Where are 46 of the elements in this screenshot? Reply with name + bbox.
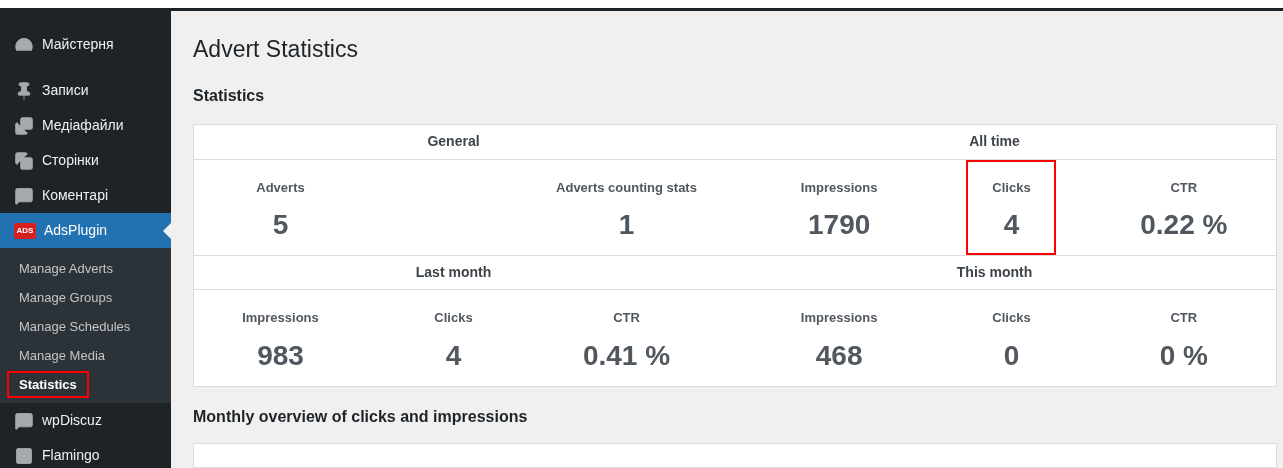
sidebar-item[interactable]: Сторінки [0,143,171,178]
submenu-item[interactable]: Statistics [7,371,89,398]
stat-value: 1 [618,211,635,240]
stat-label: Clicks [992,309,1031,328]
stat-label: CTR [1170,309,1198,328]
submenu-item[interactable]: Manage Adverts [7,255,125,282]
stat-value: 983 [257,341,304,370]
stat-label: Impressions [242,309,319,328]
stat-label: CTR [613,309,640,328]
stat-value: 1790 [808,211,871,240]
stat-label: Adverts counting stats [556,178,697,197]
stat-value: 0.41 % [582,341,671,370]
sidebar-item[interactable]: Flamingo [0,438,171,468]
stat-label: Adverts [256,178,305,197]
sidebar-item[interactable]: Коментарі [0,178,171,213]
sidebar-item[interactable]: Записи [0,73,171,108]
sidebar-item[interactable]: Медіафайли [0,108,171,143]
submenu-item[interactable]: Manage Schedules [7,313,143,340]
stat-value: 0 % [1159,341,1208,370]
group-heading: General [427,132,480,152]
pages-icon [14,150,34,171]
group-heading: All time [969,132,1020,152]
stat-label: CTR [1170,178,1198,197]
stat-label: Clicks [992,178,1031,197]
submenu-item[interactable]: Manage Media [7,342,117,369]
page-title: Advert Statistics [193,35,359,64]
sidebar-item[interactable]: wpDiscuz [0,403,171,438]
submenu-item[interactable]: Manage Groups [7,284,125,311]
stat-value: 468 [815,341,863,370]
stat-value: 0 [1003,341,1020,370]
stat-label: Impressions [800,309,878,328]
group-heading: Last month [415,263,492,283]
section-title: Statistics [193,85,266,106]
speech-bubble-icon [14,185,34,206]
stat-label: Impressions [800,178,878,197]
sidebar-item[interactable]: ADS AdsPlugin [0,213,171,248]
group-heading: This month [956,263,1033,283]
speech-bubble-icon [14,410,34,431]
sidebar-item[interactable]: Майстерня [0,27,171,62]
stat-value: 5 [272,211,289,240]
stat-value: 4 [445,341,462,370]
plugin-logo: ADS [14,222,36,239]
section-title: Monthly overview of clicks and impressions [193,406,529,427]
stat-label: Clicks [434,309,473,328]
stat-value: 0.22 % [1140,211,1228,240]
stat-value: 4 [1003,211,1020,240]
